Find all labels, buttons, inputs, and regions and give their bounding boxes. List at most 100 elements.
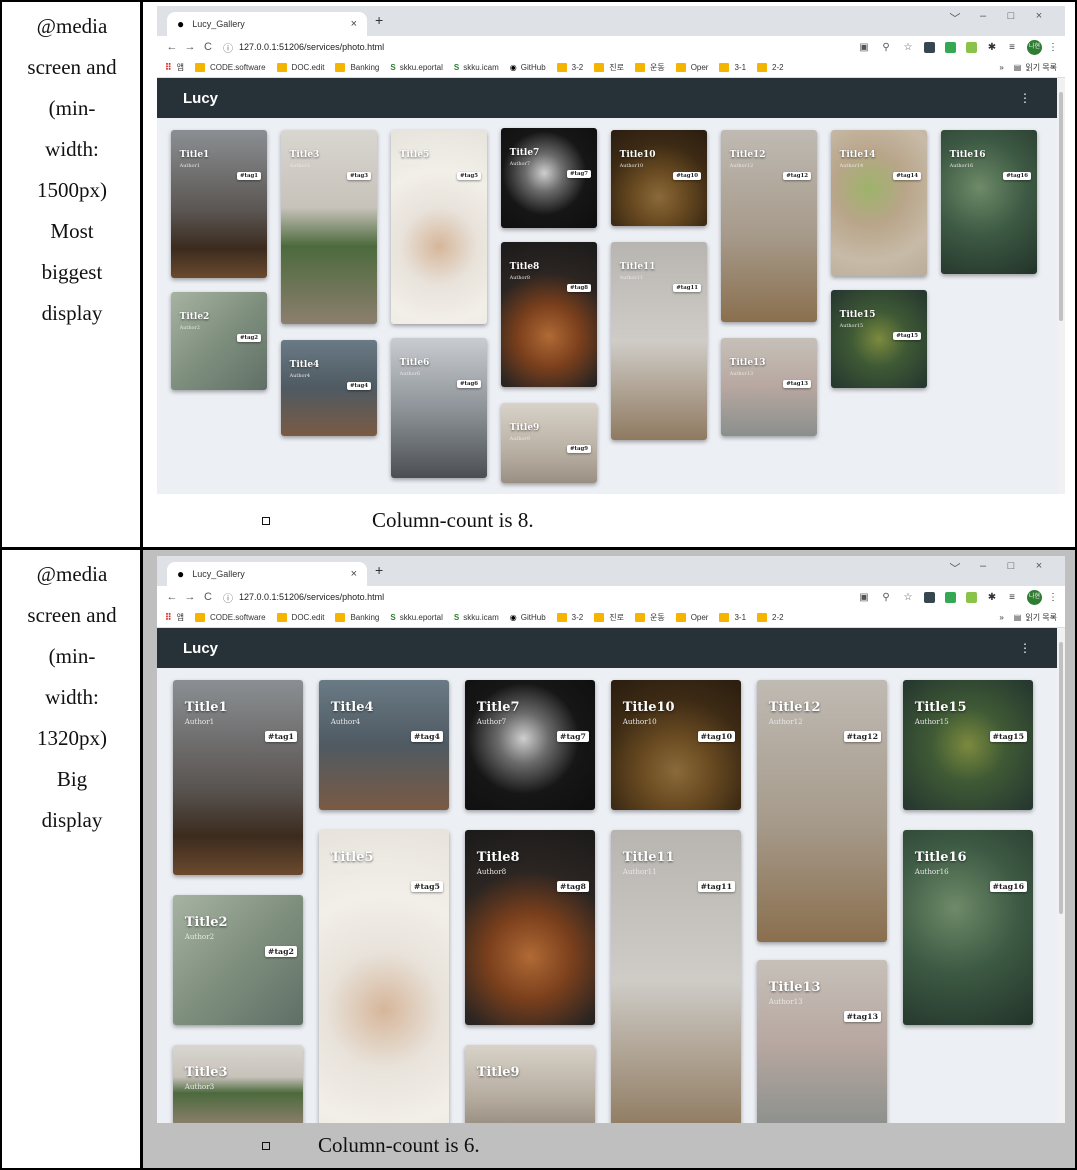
bookmark-skku-icam[interactable]: Sskku.icam: [454, 63, 499, 72]
bookmark-3-2[interactable]: 3-2: [556, 613, 583, 622]
bookmark-banking[interactable]: Banking: [335, 63, 379, 72]
reload-icon[interactable]: C: [199, 591, 217, 603]
bookmarks-more-icon[interactable]: »: [999, 63, 1003, 72]
extension-dark-icon[interactable]: [924, 41, 935, 53]
new-tab-button[interactable]: +: [375, 12, 383, 28]
url-field[interactable]: ⓘ 127.0.0.1:51206/services/photo.html: [223, 590, 853, 605]
bookmark--[interactable]: ⠿ 앱: [165, 612, 184, 623]
photo-card[interactable]: Title12 Author12 #tag12: [757, 680, 887, 942]
browser-tab[interactable]: ● Lucy_Gallery ×: [167, 562, 367, 586]
photo-card[interactable]: Title2 Author2 #tag2: [171, 292, 267, 390]
browser-tab[interactable]: ● Lucy_Gallery ×: [167, 12, 367, 36]
bookmark-2-2[interactable]: 2-2: [757, 613, 784, 622]
tab-close-icon[interactable]: ×: [351, 18, 357, 30]
scrollbar-thumb[interactable]: [1059, 92, 1063, 321]
photo-card[interactable]: Title5 Author5 #tag5: [391, 130, 487, 324]
photo-card[interactable]: Title7 Author7 #tag7: [501, 128, 597, 228]
card-tag[interactable]: #tag15: [989, 731, 1027, 743]
star-icon[interactable]: ☆: [897, 592, 919, 603]
forward-icon[interactable]: →: [181, 591, 199, 603]
card-tag[interactable]: #tag1: [236, 171, 261, 180]
card-tag[interactable]: #tag13: [843, 1011, 881, 1023]
card-tag[interactable]: #tag8: [566, 283, 591, 292]
card-tag[interactable]: #tag14: [893, 171, 921, 180]
card-tag[interactable]: #tag9: [566, 444, 591, 453]
info-icon[interactable]: ⓘ: [223, 40, 233, 55]
card-tag[interactable]: #tag8: [556, 881, 589, 893]
photo-card[interactable]: Title8 Author8 #tag8: [465, 830, 595, 1025]
scrollbar-thumb[interactable]: [1059, 642, 1063, 915]
bookmark-3-2[interactable]: 3-2: [556, 63, 583, 72]
extension-green-icon[interactable]: [945, 41, 956, 53]
card-tag[interactable]: #tag4: [410, 731, 443, 743]
photo-card[interactable]: Title14 Author14 #tag14: [831, 130, 927, 276]
photo-card[interactable]: Title13 Author13 #tag13: [757, 960, 887, 1123]
photo-card[interactable]: Title16 Author16 #tag16: [941, 130, 1037, 274]
card-tag[interactable]: #tag1: [264, 731, 297, 743]
bookmark--[interactable]: 운동: [634, 62, 665, 73]
profile-avatar[interactable]: 나현: [1027, 39, 1042, 55]
photo-card[interactable]: Title3 Author3: [173, 1045, 303, 1123]
puzzle-icon[interactable]: ✱: [982, 42, 1002, 53]
bookmark-code-software[interactable]: CODE.software: [194, 613, 266, 622]
card-tag[interactable]: #tag2: [264, 946, 297, 958]
photo-card[interactable]: Title10 Author10 #tag10: [611, 130, 707, 226]
minimize-icon[interactable]: –: [969, 10, 997, 26]
minimize-all-icon[interactable]: ﹀: [941, 10, 969, 26]
photo-card[interactable]: Title2 Author2 #tag2: [173, 895, 303, 1025]
bookmark-3-1[interactable]: 3-1: [719, 63, 746, 72]
card-tag[interactable]: #tag7: [566, 169, 591, 178]
card-tag[interactable]: #tag5: [410, 881, 443, 893]
bookmark-banking[interactable]: Banking: [335, 613, 379, 622]
card-tag[interactable]: #tag13: [783, 379, 811, 388]
zoom-icon[interactable]: ⚲: [875, 592, 897, 603]
translate-icon[interactable]: ▣: [853, 592, 875, 603]
reading-list-label[interactable]: 읽기 목록: [1025, 612, 1057, 623]
scrollbar[interactable]: [1057, 628, 1065, 1123]
puzzle-icon[interactable]: ✱: [982, 592, 1002, 603]
photo-card[interactable]: Title10 Author10 #tag10: [611, 680, 741, 810]
reading-list-label[interactable]: 읽기 목록: [1025, 62, 1057, 73]
card-tag[interactable]: #tag4: [346, 381, 371, 390]
playlist-icon[interactable]: ≡: [1002, 592, 1022, 603]
extension-lime-icon[interactable]: [966, 591, 977, 603]
url-field[interactable]: ⓘ 127.0.0.1:51206/services/photo.html: [223, 40, 853, 55]
photo-card[interactable]: Title6 Author6 #tag6: [391, 338, 487, 478]
card-tag[interactable]: #tag15: [893, 331, 921, 340]
bookmark-oper[interactable]: Oper: [675, 63, 708, 72]
photo-card[interactable]: Title9 Author9 #tag9: [501, 403, 597, 483]
bookmark--[interactable]: 진로: [594, 612, 624, 623]
card-tag[interactable]: #tag12: [783, 171, 811, 180]
info-icon[interactable]: ⓘ: [223, 590, 233, 605]
reading-list-icon[interactable]: ▤: [1014, 613, 1022, 622]
bookmarks-more-icon[interactable]: »: [999, 613, 1003, 622]
close-window-icon[interactable]: ×: [1025, 560, 1053, 576]
app-menu-icon[interactable]: ⋮: [1019, 91, 1031, 105]
photo-card[interactable]: Title4 Author4 #tag4: [319, 680, 449, 810]
card-tag[interactable]: #tag5: [456, 171, 481, 180]
photo-card[interactable]: Title16 Author16 #tag16: [903, 830, 1033, 1025]
bookmark-skku-icam[interactable]: Sskku.icam: [454, 613, 499, 622]
photo-card[interactable]: Title5 Author5 #tag5: [319, 830, 449, 1123]
bookmark-github[interactable]: ◉ GitHub: [510, 63, 546, 72]
tab-close-icon[interactable]: ×: [351, 568, 357, 580]
photo-card[interactable]: Title7 Author7 #tag7: [465, 680, 595, 810]
maximize-icon[interactable]: □: [997, 560, 1025, 576]
card-tag[interactable]: #tag7: [556, 731, 589, 743]
star-icon[interactable]: ☆: [897, 42, 919, 53]
maximize-icon[interactable]: □: [997, 10, 1025, 26]
photo-card[interactable]: Title4 Author4 #tag4: [281, 340, 377, 436]
minimize-icon[interactable]: –: [969, 560, 997, 576]
scrollbar[interactable]: [1057, 78, 1065, 494]
card-tag[interactable]: #tag16: [1003, 171, 1031, 180]
card-tag[interactable]: #tag16: [989, 881, 1027, 893]
forward-icon[interactable]: →: [181, 41, 199, 53]
photo-card[interactable]: Title9: [465, 1045, 595, 1123]
card-tag[interactable]: #tag12: [843, 731, 881, 743]
photo-card[interactable]: Title11 Author11 #tag11: [611, 242, 707, 440]
extension-lime-icon[interactable]: [966, 41, 977, 53]
back-icon[interactable]: ←: [163, 591, 181, 603]
photo-card[interactable]: Title8 Author8 #tag8: [501, 242, 597, 387]
bookmark-3-1[interactable]: 3-1: [719, 613, 746, 622]
reading-list-icon[interactable]: ▤: [1014, 63, 1022, 72]
